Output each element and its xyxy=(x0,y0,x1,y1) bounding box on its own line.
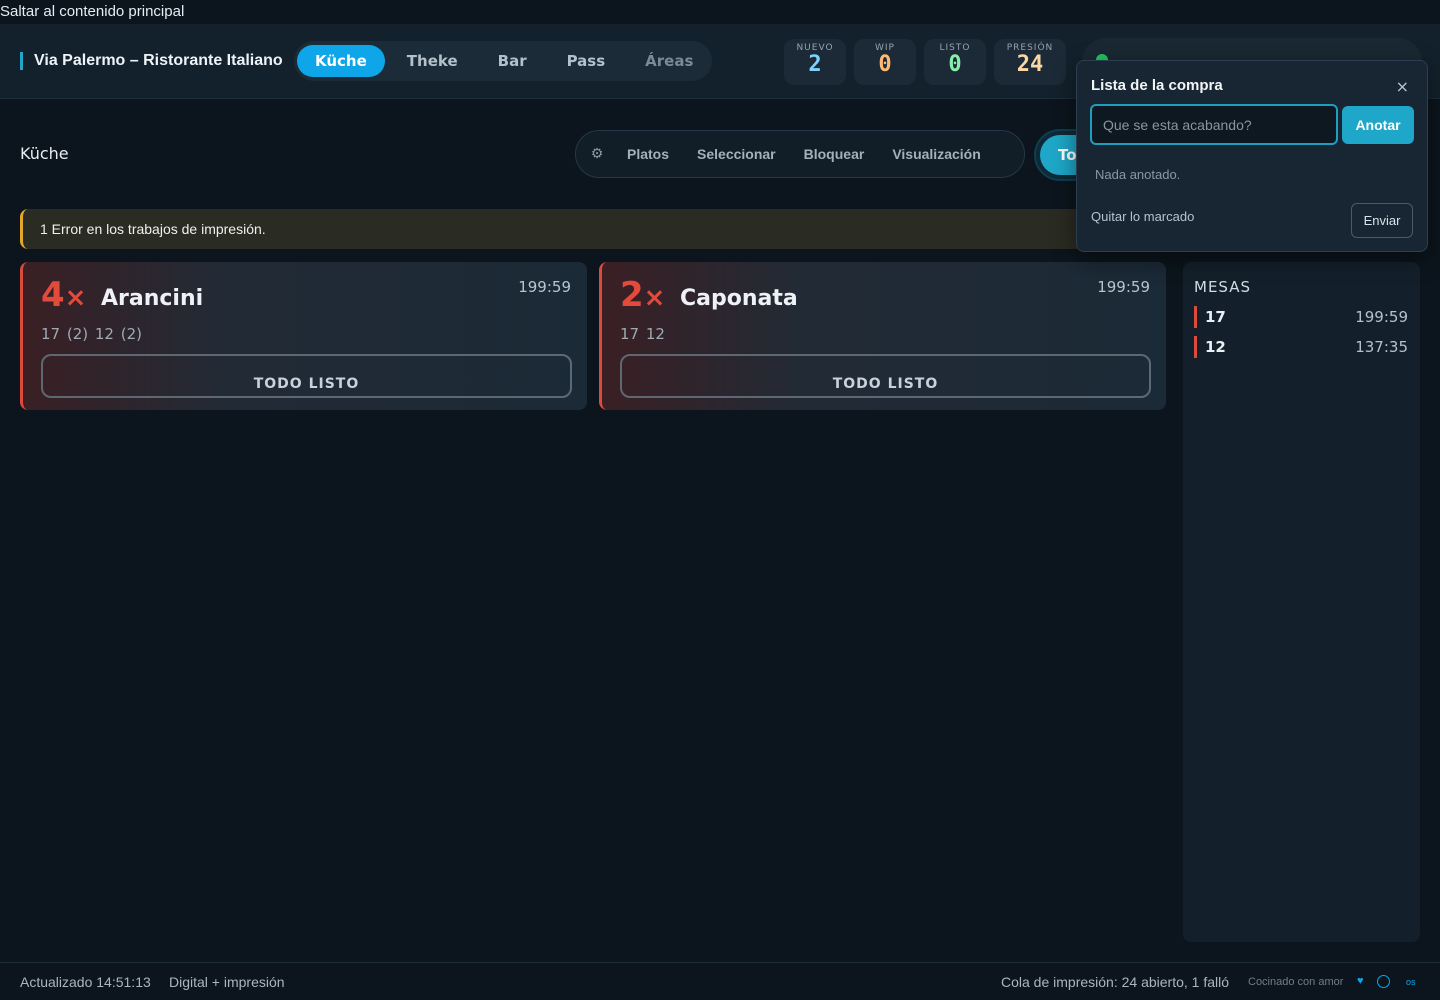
counter-wip-value: 0 xyxy=(878,52,892,77)
counter-wip: WIP 0 xyxy=(854,39,916,85)
table-time: 199:59 xyxy=(1355,308,1408,326)
station-tabs: Küche Theke Bar Pass Áreas xyxy=(294,41,712,81)
print-queue-status[interactable]: Cola de impresión: 24 abierto, 1 falló xyxy=(1001,974,1229,990)
counter-ready: LISTO 0 xyxy=(924,39,986,85)
all-ready-button[interactable]: TODO LISTO xyxy=(620,354,1151,398)
table-number: 12 xyxy=(1205,338,1226,356)
restaurant-name: Via Palermo – Ristorante Italiano xyxy=(20,52,283,70)
view-toolbar: ⚙ Platos Seleccionar Bloquear Visualizac… xyxy=(575,130,1025,178)
all-ready-button[interactable]: TODO LISTO xyxy=(41,354,572,398)
close-icon[interactable]: × xyxy=(1396,77,1409,96)
remove-checked-link[interactable]: Quitar lo marcado xyxy=(1091,209,1194,224)
table-time: 137:35 xyxy=(1355,338,1408,356)
dishes-button[interactable]: Platos xyxy=(627,146,688,162)
credits-text: Cocinado con amor xyxy=(1248,976,1344,988)
add-item-button[interactable]: Anotar xyxy=(1342,106,1414,144)
gear-icon[interactable]: ⚙ xyxy=(586,146,608,162)
select-button[interactable]: Seleccionar xyxy=(697,146,795,162)
counter-new-value: 2 xyxy=(808,52,822,77)
dish-timer: 199:59 xyxy=(1097,278,1150,296)
send-button[interactable]: Enviar xyxy=(1351,203,1413,238)
table-row[interactable]: 12 137:35 xyxy=(1194,336,1408,358)
tab-pass[interactable]: Pass xyxy=(549,45,624,77)
print-error-banner: 1 Error en los trabajos de impresión. xyxy=(20,209,1170,249)
lock-button[interactable]: Bloquear xyxy=(804,146,884,162)
counter-pressure: PRESIÓN 24 xyxy=(994,39,1066,85)
dish-quantity-number: 2 xyxy=(620,275,644,315)
counter-pressure-value: 24 xyxy=(1016,52,1044,77)
sidebar-title: MESAS xyxy=(1194,278,1252,296)
times-icon: × xyxy=(643,283,666,313)
table-number: 17 xyxy=(1205,308,1226,326)
skip-to-content-link[interactable]: Saltar al contenido principal xyxy=(0,0,1440,24)
tables-sidebar: MESAS 17 199:59 12 137:35 xyxy=(1183,262,1420,942)
tab-areas[interactable]: Áreas xyxy=(627,45,711,77)
empty-list-text: Nada anotado. xyxy=(1095,167,1181,182)
dish-tables: 17 (2) 12 (2) xyxy=(41,325,142,343)
counter-new: NUEVO 2 xyxy=(784,39,846,85)
tab-kuche[interactable]: Küche xyxy=(297,45,385,77)
page-title: Küche xyxy=(20,144,69,163)
times-icon: × xyxy=(64,283,87,313)
dish-card[interactable]: 4× Arancini 199:59 17 (2) 12 (2) TODO LI… xyxy=(20,262,587,410)
dish-quantity-number: 4 xyxy=(41,275,65,315)
dish-name: Arancini xyxy=(101,286,204,311)
shopping-item-input[interactable] xyxy=(1090,104,1338,145)
display-button[interactable]: Visualización xyxy=(892,146,999,162)
dish-tables: 17 12 xyxy=(620,325,665,343)
dish-quantity: 2× xyxy=(620,276,665,317)
counter-ready-value: 0 xyxy=(948,52,962,77)
dish-timer: 199:59 xyxy=(518,278,571,296)
table-row[interactable]: 17 199:59 xyxy=(1194,306,1408,328)
tab-bar[interactable]: Bar xyxy=(480,45,545,77)
dish-card[interactable]: 2× Caponata 199:59 17 12 TODO LISTO xyxy=(599,262,1166,410)
shopping-list-popover: Lista de la compra × Anotar Nada anotado… xyxy=(1076,60,1428,252)
dish-name: Caponata xyxy=(680,286,798,311)
os-label: os xyxy=(1406,977,1416,987)
last-updated: Actualizado 14:51:13 xyxy=(20,974,151,990)
footer: Actualizado 14:51:13 Digital + impresión… xyxy=(0,962,1440,1000)
heart-icon: ♥ xyxy=(1357,975,1364,987)
order-counters: NUEVO 2 WIP 0 LISTO 0 PRESIÓN 24 xyxy=(784,39,1066,85)
dish-quantity: 4× xyxy=(41,276,86,317)
output-mode: Digital + impresión xyxy=(169,974,285,990)
tab-theke[interactable]: Theke xyxy=(389,45,476,77)
sync-ring-icon xyxy=(1377,975,1390,988)
shopping-list-title: Lista de la compra xyxy=(1091,77,1223,94)
